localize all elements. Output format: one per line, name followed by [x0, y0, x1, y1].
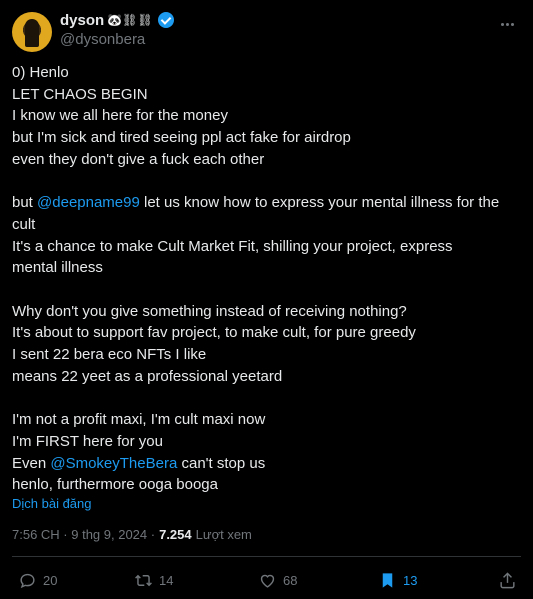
avatar[interactable]	[12, 12, 52, 52]
tweet-line: but @deepname99 let us know how to expre…	[12, 192, 517, 214]
tweet-line	[12, 279, 517, 301]
tweet-text-segment: LET CHAOS BEGIN	[12, 85, 148, 103]
tweet-text-segment: mental illness	[12, 259, 103, 277]
tweet-line	[12, 388, 517, 410]
tweet-line: mental illness	[12, 257, 517, 279]
author-name-row[interactable]: dyson 🐼⛓⛓	[60, 11, 174, 29]
translate-post-link[interactable]: Dịch bài đăng	[12, 496, 92, 511]
bookmark-button[interactable]: 13	[378, 568, 417, 592]
tweet-line: It's about to support fav project, to ma…	[12, 322, 517, 344]
bookmark-icon	[382, 572, 393, 588]
tweet-line: means 22 yeet as a professional yeetard	[12, 366, 517, 388]
author-display-name[interactable]: dyson	[60, 12, 104, 29]
tweet-line: cult	[12, 214, 517, 236]
tweet-line	[12, 171, 517, 193]
tweet-line: Even @SmokeyTheBera can't stop us	[12, 453, 517, 475]
tweet-text-segment: henlo, furthermore ooga booga	[12, 476, 218, 494]
bookmark-count: 13	[403, 572, 418, 588]
repost-count: 14	[159, 572, 174, 588]
like-button[interactable]: 68	[258, 568, 297, 592]
tweet-text-segment: cult	[12, 215, 36, 233]
verified-badge-icon[interactable]	[157, 12, 174, 28]
tweet-text-segment: but	[12, 194, 38, 212]
tweet-text-segment: let us know how to express your mental i…	[139, 194, 500, 212]
tweet-text-segment: It's about to support fav project, to ma…	[12, 324, 416, 342]
tweet-text-segment: I know we all here for the money	[12, 107, 228, 125]
tweet-line: LET CHAOS BEGIN	[12, 84, 517, 106]
share-icon	[500, 571, 515, 588]
tweet-line: I know we all here for the money	[12, 105, 517, 127]
tweet-text: 0) Henlo LET CHAOS BEGIN I know we all her…	[12, 62, 517, 496]
like-count: 68	[283, 572, 298, 588]
tweet-text-segment: but I'm sick and tired seeing ppl act fa…	[12, 129, 351, 147]
tweet-text-segment: 0) Henlo	[12, 64, 69, 81]
tweet-text-segment: I sent 22 bera eco NFTs I like	[12, 346, 207, 364]
tweet-header: dyson 🐼⛓⛓ @dysonbera	[12, 10, 521, 52]
reply-button[interactable]: 20	[18, 568, 57, 592]
repost-icon	[135, 574, 152, 586]
action-bar: 20 14 68 13	[12, 568, 521, 592]
tweet-text-segment: can't stop us	[177, 454, 266, 472]
author-handle[interactable]: @dysonbera	[60, 31, 145, 48]
tweet-text-segment: I'm FIRST here for you	[12, 432, 163, 450]
share-button[interactable]	[498, 568, 517, 592]
reply-icon	[20, 573, 35, 588]
tweet-text-segment: It's a chance to make Cult Market Fit, s…	[12, 237, 453, 255]
tweet-line: henlo, furthermore ooga booga	[12, 474, 517, 496]
tweet-line: It's a chance to make Cult Market Fit, s…	[12, 236, 517, 258]
repost-button[interactable]: 14	[134, 568, 173, 592]
tweet-text-segment: means 22 yeet as a professional yeetard	[12, 367, 283, 385]
views-label: Lượt xem	[195, 527, 252, 542]
tweet-text-segment: I'm not a profit maxi, I'm cult maxi now	[12, 411, 266, 429]
tweet-line: even they don't give a fuck each other	[12, 149, 517, 171]
more-options-icon[interactable]	[497, 14, 517, 34]
mention-link[interactable]: @SmokeyTheBera	[50, 455, 177, 472]
tweet-text-segment: Why don't you give something instead of …	[12, 302, 407, 320]
tweet-meta: 7:56 CH · 9 thg 9, 2024 · 7.254 Lượt xem	[12, 527, 252, 542]
views-count: 7.254	[159, 527, 192, 542]
author-name-emojis: 🐼⛓⛓	[107, 13, 153, 27]
tweet-line: Why don't you give something instead of …	[12, 301, 517, 323]
reply-count: 20	[43, 572, 58, 588]
tweet-text-segment: Even	[12, 454, 51, 472]
tweet-line: I'm FIRST here for you	[12, 431, 517, 453]
tweet-line: I sent 22 bera eco NFTs I like	[12, 344, 517, 366]
divider	[12, 556, 521, 557]
tweet-line: but I'm sick and tired seeing ppl act fa…	[12, 127, 517, 149]
tweet-text-segment: even they don't give a fuck each other	[12, 150, 265, 168]
mention-link[interactable]: @deepname99	[37, 194, 140, 211]
tweet-line: I'm not a profit maxi, I'm cult maxi now	[12, 409, 517, 431]
tweet-timestamp[interactable]: 7:56 CH · 9 thg 9, 2024 ·	[12, 527, 155, 542]
tweet-line: 0) Henlo	[12, 62, 517, 84]
heart-icon	[260, 574, 275, 588]
